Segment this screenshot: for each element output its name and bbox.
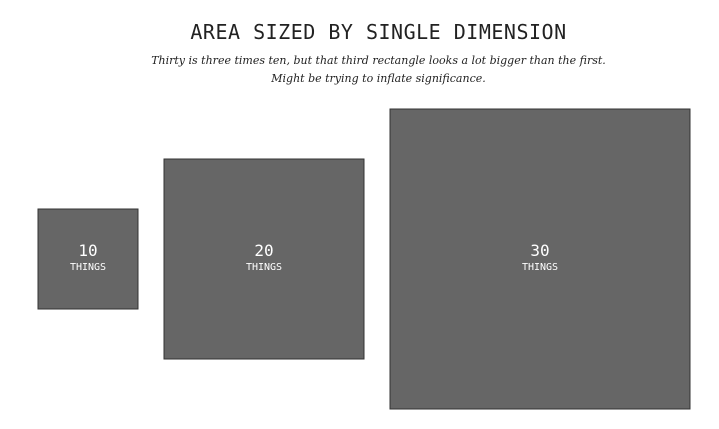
- unit-label-20: THINGS: [246, 262, 282, 273]
- value-label-20: 20: [254, 241, 273, 260]
- square-group-10: 10 THINGS: [37, 208, 139, 310]
- unit-label-10: THINGS: [70, 262, 106, 273]
- chart-area: 10 THINGS 20 THINGS 30 THINGS: [37, 108, 691, 410]
- unit-label-30: THINGS: [522, 262, 558, 273]
- value-label-30: 30: [530, 241, 549, 260]
- square-group-30: 30 THINGS: [389, 108, 691, 410]
- value-label-10: 10: [78, 241, 97, 260]
- square-group-20: 20 THINGS: [163, 158, 365, 360]
